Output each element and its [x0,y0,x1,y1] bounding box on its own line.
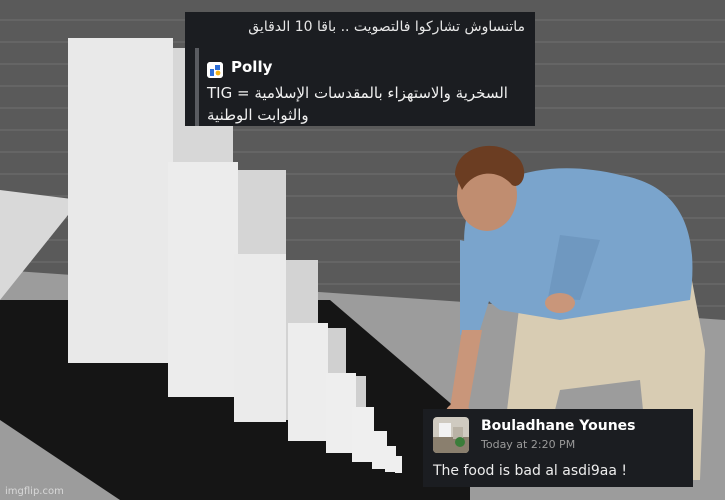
message-header-text: ماتنساوش تشاركوا فالتصويت .. باقا 10 الد… [248,19,525,35]
poll-question-line-2: والثوابت الوطنية [207,106,309,124]
user-avatar[interactable] [433,417,469,453]
poll-message-card: ماتنساوش تشاركوا فالتصويت .. باقا 10 الد… [185,12,535,126]
domino-1 [68,38,173,363]
domino-7 [372,431,387,469]
domino-6 [352,407,374,462]
imgflip-watermark: imgflip.com [5,486,64,497]
message-text: The food is bad al asdi9aa ! [433,463,628,479]
message-timestamp[interactable]: Today at 2:20 PM [481,438,575,451]
man-hand-right [545,293,575,313]
app-name[interactable]: Polly [231,58,272,76]
poll-question-arabic: السخرية والاستهزاء بالمقدسات الإسلامية [254,84,508,102]
domino-2 [168,162,238,397]
sender-name[interactable]: Bouladhane Younes [481,418,636,434]
chat-message-card: Bouladhane Younes Today at 2:20 PM The f… [423,409,693,487]
domino-4 [288,323,328,441]
domino-9 [395,456,402,473]
poll-prefix: TIG = [207,84,250,102]
quote-bar [195,48,199,126]
domino-5 [326,373,356,453]
domino-3 [234,254,286,422]
poll-question-line-1: TIG = السخرية والاستهزاء بالمقدسات الإسل… [207,84,527,102]
domino-8 [385,446,396,472]
polly-app-icon [207,62,223,78]
